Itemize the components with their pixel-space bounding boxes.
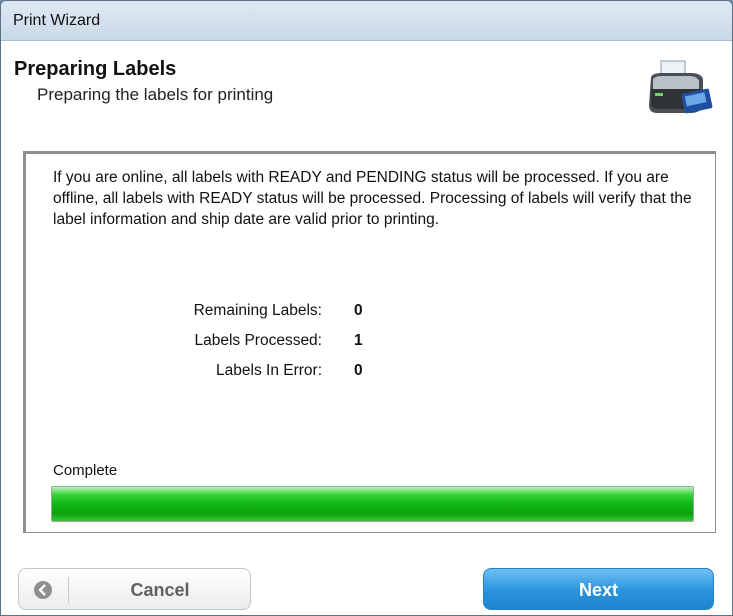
stat-remaining-labels: Remaining Labels: 0 bbox=[26, 302, 715, 324]
wizard-footer: Cancel Next bbox=[1, 556, 732, 615]
description-text: If you are online, all labels with READY… bbox=[53, 169, 692, 228]
stat-labels-in-error: Labels In Error: 0 bbox=[26, 362, 715, 384]
wizard-header: Preparing Labels Preparing the labels fo… bbox=[1, 41, 732, 131]
stat-value: 0 bbox=[354, 302, 363, 319]
cancel-button-label: Cancel bbox=[130, 580, 190, 600]
stat-label: Remaining Labels: bbox=[193, 302, 322, 319]
page-subtitle: Preparing the labels for printing bbox=[37, 85, 274, 104]
stat-label: Labels In Error: bbox=[216, 362, 322, 379]
stat-labels-processed: Labels Processed: 1 bbox=[26, 332, 715, 354]
main-area: If you are online, all labels with READY… bbox=[1, 131, 732, 556]
print-wizard-window: Print Wizard Preparing Labels Preparing … bbox=[0, 0, 733, 616]
stat-value: 1 bbox=[354, 332, 363, 349]
progress-status-label: Complete bbox=[53, 462, 118, 479]
page-title: Preparing Labels bbox=[14, 58, 177, 80]
printer-icon bbox=[649, 60, 713, 114]
window-title: Print Wizard bbox=[13, 12, 101, 29]
next-button[interactable]: Next bbox=[483, 568, 714, 610]
progress-bar bbox=[51, 486, 694, 522]
content-panel: If you are online, all labels with READY… bbox=[23, 151, 716, 533]
stat-value: 0 bbox=[354, 362, 363, 379]
next-button-label: Next bbox=[578, 580, 618, 600]
back-arrow-icon bbox=[34, 581, 52, 599]
progress-bar-fill bbox=[52, 487, 693, 521]
button-separator bbox=[68, 577, 69, 603]
title-bar: Print Wizard bbox=[1, 1, 732, 41]
stat-label: Labels Processed: bbox=[194, 332, 322, 349]
cancel-button[interactable]: Cancel bbox=[18, 568, 251, 610]
